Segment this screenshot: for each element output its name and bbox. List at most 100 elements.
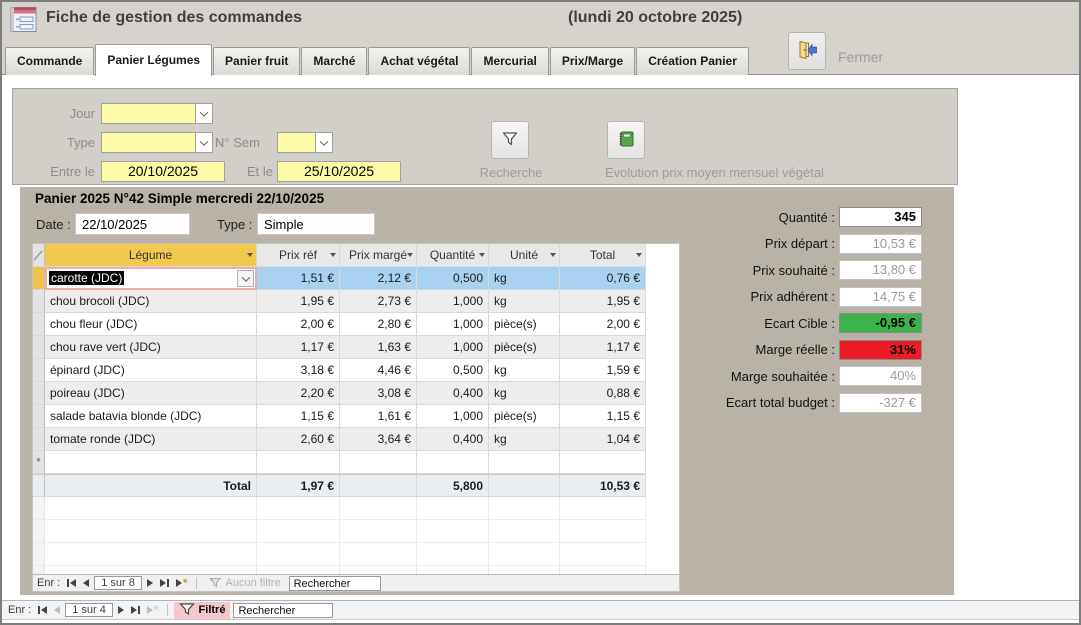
cell-total[interactable]: 1,17 € — [560, 336, 646, 359]
column-header-prix-marge[interactable]: Prix margé — [340, 244, 417, 267]
next-record-button[interactable] — [116, 606, 126, 614]
cell-prix-marge[interactable]: 1,63 € — [340, 336, 417, 359]
previous-record-button[interactable] — [52, 606, 62, 614]
new-record-marker[interactable]: * — [33, 451, 45, 474]
cell-quantite[interactable]: 1,000 — [417, 290, 489, 313]
cell-quantite[interactable]: 1,000 — [417, 405, 489, 428]
cell-unite[interactable]: kg — [489, 382, 560, 405]
tab-marche[interactable]: Marché — [301, 47, 367, 75]
date-to-field[interactable]: 25/10/2025 — [277, 161, 401, 182]
table-row[interactable]: carotte (JDC) 1,51 € 2,12 € 0,500 kg 0,7… — [33, 267, 679, 290]
row-selector[interactable] — [33, 313, 45, 336]
tab-prix-marge[interactable]: Prix/Marge — [550, 47, 635, 75]
table-row[interactable]: chou brocoli (JDC) 1,95 € 2,73 € 1,000 k… — [33, 290, 679, 313]
table-row[interactable]: salade batavia blonde (JDC) 1,15 € 1,61 … — [33, 405, 679, 428]
chevron-down-icon[interactable] — [195, 104, 212, 123]
table-row[interactable]: épinard (JDC) 3,18 € 4,46 € 0,500 kg 1,5… — [33, 359, 679, 382]
new-record-button[interactable]: * — [174, 579, 190, 587]
filter-arrow-icon[interactable] — [330, 253, 336, 257]
new-record-row[interactable]: * — [33, 451, 679, 474]
row-selector[interactable] — [33, 405, 45, 428]
first-record-button[interactable] — [36, 606, 49, 614]
filtered-toggle[interactable]: Filtré — [174, 602, 231, 619]
cell-quantite[interactable]: 0,500 — [417, 359, 489, 382]
filter-arrow-icon[interactable] — [247, 253, 253, 257]
tab-achat-vegetal[interactable]: Achat végétal — [368, 47, 470, 75]
cell-legume[interactable]: salade batavia blonde (JDC) — [45, 405, 257, 428]
cell-unite[interactable]: pièce(s) — [489, 313, 560, 336]
table-row[interactable]: chou fleur (JDC) 2,00 € 2,80 € 1,000 piè… — [33, 313, 679, 336]
cell-quantite[interactable]: 0,400 — [417, 382, 489, 405]
cell-legume[interactable]: poireau (JDC) — [45, 382, 257, 405]
new-record-button[interactable]: * — [145, 606, 161, 614]
cell-total[interactable]: 1,15 € — [560, 405, 646, 428]
column-header-quantite[interactable]: Quantité — [417, 244, 489, 267]
date-field[interactable]: 22/10/2025 — [75, 213, 190, 235]
cell-legume[interactable]: tomate ronde (JDC) — [45, 428, 257, 451]
cell-quantite[interactable]: 1,000 — [417, 313, 489, 336]
row-selector[interactable] — [33, 382, 45, 405]
date-from-field[interactable]: 20/10/2025 — [101, 161, 225, 182]
next-record-button[interactable] — [145, 579, 155, 587]
cell-quantite[interactable]: 1,000 — [417, 336, 489, 359]
recherche-button[interactable] — [491, 121, 529, 159]
cell-prix-ref[interactable]: 2,00 € — [257, 313, 340, 336]
cell-total[interactable]: 1,95 € — [560, 290, 646, 313]
first-record-button[interactable] — [65, 579, 78, 587]
cell-prix-ref[interactable]: 1,95 € — [257, 290, 340, 313]
cell-legume[interactable]: carotte (JDC) — [45, 267, 257, 290]
row-selector[interactable] — [33, 290, 45, 313]
filter-arrow-icon[interactable] — [479, 253, 485, 257]
no-filter-toggle[interactable]: Aucun filtre — [203, 576, 286, 591]
column-header-legume[interactable]: Légume — [45, 244, 257, 267]
cell-prix-marge[interactable]: 1,61 € — [340, 405, 417, 428]
cell-prix-ref[interactable]: 2,20 € — [257, 382, 340, 405]
cell-prix-marge[interactable]: 4,46 € — [340, 359, 417, 382]
fermer-button[interactable] — [788, 32, 826, 70]
cell-unite[interactable]: pièce(s) — [489, 405, 560, 428]
tab-panier-legumes[interactable]: Panier Légumes — [95, 44, 212, 76]
subform-search-input[interactable]: Rechercher — [289, 576, 381, 591]
cell-legume[interactable]: épinard (JDC) — [45, 359, 257, 382]
semaine-combobox[interactable] — [277, 132, 333, 153]
type-combobox[interactable] — [101, 132, 213, 153]
cell-total[interactable]: 2,00 € — [560, 313, 646, 336]
field-quantite[interactable]: 345 — [839, 207, 922, 227]
cell-prix-marge[interactable]: 3,64 € — [340, 428, 417, 451]
cell-prix-ref[interactable]: 2,60 € — [257, 428, 340, 451]
cell-unite[interactable]: kg — [489, 290, 560, 313]
row-selector[interactable] — [33, 267, 45, 290]
legume-combo-dropdown[interactable] — [237, 270, 254, 287]
tab-mercurial[interactable]: Mercurial — [471, 47, 548, 75]
type-field[interactable]: Simple — [257, 213, 375, 235]
cell-total[interactable]: 1,04 € — [560, 428, 646, 451]
row-selector[interactable] — [33, 359, 45, 382]
tab-commande[interactable]: Commande — [5, 47, 94, 75]
row-selector[interactable] — [33, 428, 45, 451]
chevron-down-icon[interactable] — [195, 133, 212, 152]
cell-legume[interactable]: chou rave vert (JDC) — [45, 336, 257, 359]
select-all-corner[interactable] — [33, 244, 45, 267]
column-header-unite[interactable]: Unité — [489, 244, 560, 267]
filter-arrow-icon[interactable] — [407, 253, 413, 257]
cell-prix-marge[interactable]: 2,12 € — [340, 267, 417, 290]
jour-combobox[interactable] — [101, 103, 213, 124]
previous-record-button[interactable] — [81, 579, 91, 587]
cell-quantite[interactable]: 0,500 — [417, 267, 489, 290]
cell-prix-ref[interactable]: 1,17 € — [257, 336, 340, 359]
evolution-button[interactable] — [607, 121, 645, 159]
cell-unite[interactable]: kg — [489, 267, 560, 290]
cell-prix-marge[interactable]: 3,08 € — [340, 382, 417, 405]
last-record-button[interactable] — [129, 606, 142, 614]
cell-prix-ref[interactable]: 3,18 € — [257, 359, 340, 382]
tab-panier-fruit[interactable]: Panier fruit — [213, 47, 300, 75]
record-position[interactable]: 1 sur 8 — [94, 576, 142, 590]
cell-total[interactable]: 1,59 € — [560, 359, 646, 382]
chevron-down-icon[interactable] — [315, 133, 332, 152]
last-record-button[interactable] — [158, 579, 171, 587]
cell-total[interactable]: 0,88 € — [560, 382, 646, 405]
record-position[interactable]: 1 sur 4 — [65, 603, 113, 617]
column-header-total[interactable]: Total — [560, 244, 646, 267]
cell-unite[interactable]: kg — [489, 428, 560, 451]
cell-prix-marge[interactable]: 2,80 € — [340, 313, 417, 336]
